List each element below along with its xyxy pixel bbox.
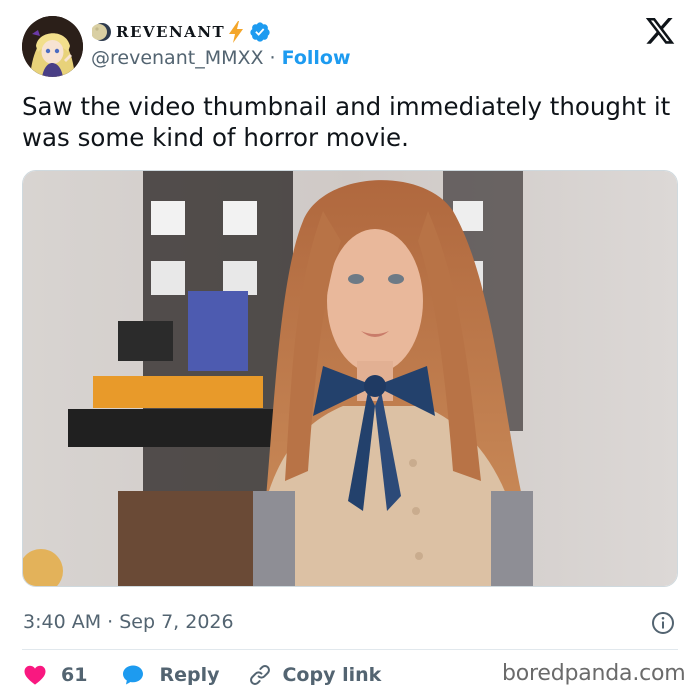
divider [22,649,678,650]
action-bar: 61 Reply Copy link [23,660,381,690]
speech-bubble-icon [123,665,144,685]
watermark: boredpanda.com [502,661,686,686]
separator: · [263,47,282,69]
like-button[interactable]: 61 [23,663,87,687]
tweet-timestamp[interactable]: 3:40 AM · Sep 7, 2026 [23,611,234,633]
handle-row: @revenant_MMXX · Follow [91,47,351,69]
tweet-text: Saw the video thumbnail and immediately … [22,92,671,152]
heart-icon [24,665,46,685]
follow-button[interactable]: Follow [282,47,351,69]
author-name-row[interactable]: REVENANT [92,19,271,45]
tweet-media[interactable] [22,170,678,587]
moon-icon [92,23,111,41]
avatar-image [22,16,83,77]
link-icon [250,665,271,685]
display-name[interactable]: REVENANT [116,23,225,41]
avatar[interactable] [22,16,83,77]
verified-badge-icon [250,22,270,42]
reply-label: Reply [159,664,220,686]
copy-link-label: Copy link [282,664,382,686]
doll-photo [23,171,677,586]
user-handle[interactable]: @revenant_MMXX [91,47,264,69]
x-logo-icon[interactable] [644,18,676,47]
lightning-bolt-icon [229,21,244,43]
reply-button[interactable]: Reply [121,663,219,687]
copy-link-button[interactable]: Copy link [248,663,381,687]
info-icon[interactable] [651,611,675,635]
like-count: 61 [61,664,88,686]
